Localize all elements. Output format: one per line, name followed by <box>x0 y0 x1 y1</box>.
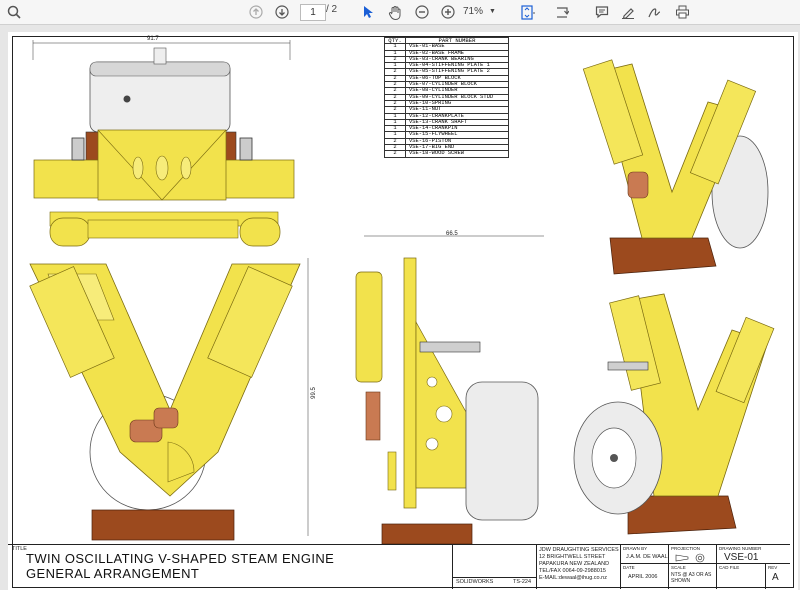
chevron-down-icon: ▼ <box>489 8 496 15</box>
zoom-select[interactable]: 71% ▼ <box>463 4 503 19</box>
dim-front-height: 99.5 <box>310 387 317 399</box>
ts-code: TS-224 <box>513 579 532 585</box>
date-label: DATE <box>623 565 635 570</box>
table-row: 2 VSE-18-WOOD SCREW <box>384 150 509 158</box>
projection-symbol-icon <box>675 553 705 563</box>
scale-value: NTS @ A3 OR AS SHOWN <box>671 572 712 584</box>
zoom-in-icon[interactable] <box>438 2 458 22</box>
rotate-icon[interactable] <box>552 2 572 22</box>
iso-view-upper <box>582 59 769 275</box>
drawn-by-value: J.A.M. DE WAAL <box>626 554 668 560</box>
iso-view-lower <box>573 293 775 535</box>
viewer-toolbar: 1 / 2 71% ▼ <box>0 0 800 25</box>
company-line5: E-MAIL:dewaal@ihug.co.nz <box>539 575 607 581</box>
sign-icon[interactable] <box>644 2 664 22</box>
part-number: VSE-18-WOOD SCREW <box>405 150 509 158</box>
search-icon[interactable] <box>4 2 24 22</box>
page-total: / 2 <box>326 4 338 15</box>
draw-pen-icon[interactable] <box>618 2 638 22</box>
title-block: TITLE TWIN OSCILLATING V-SHAPED STEAM EN… <box>8 544 790 589</box>
drawing-sheet: 91.7 99.5 66.5 QTY. PART NUMBER 1 VSE-01… <box>8 32 798 590</box>
hand-pan-icon[interactable] <box>386 2 404 22</box>
projection-label: PROJECTION <box>671 546 701 551</box>
page-down-icon[interactable] <box>272 2 292 22</box>
page-number-input[interactable]: 1 <box>300 4 326 21</box>
print-icon[interactable] <box>672 2 692 22</box>
title-label: TITLE <box>12 546 27 552</box>
drawing-number-label: DRAWING NUMBER <box>719 546 762 551</box>
side-view <box>355 235 544 544</box>
page-current: 1 <box>310 7 316 18</box>
part-qty: 2 <box>384 150 406 158</box>
sheet-code: SOLIDWORKS <box>456 579 494 585</box>
rev-value: A <box>772 572 779 583</box>
fit-page-icon[interactable] <box>516 2 540 22</box>
top-view <box>32 40 295 247</box>
parts-list-table: QTY. PART NUMBER 1 VSE-01-BASE 1 VSE-02-BAS… <box>384 36 509 158</box>
drawing-title-line2: GENERAL ARRANGEMENT <box>26 566 200 581</box>
page-up-icon[interactable] <box>246 2 266 22</box>
date-value: APRIL 2006 <box>628 574 658 580</box>
dim-side-width: 66.5 <box>446 231 458 237</box>
drawn-by-label: DRAWN BY <box>623 546 648 551</box>
rev-label: REV <box>768 565 778 570</box>
company-line3: PAPAKURA NEW ZEALAND <box>539 561 610 567</box>
company-line2: 12 BRIGHTWELL STREET <box>539 554 606 560</box>
company-line4: TEL/FAX 0064-09-2988015 <box>539 568 606 574</box>
drawing-title-line1: TWIN OSCILLATING V-SHAPED STEAM ENGINE <box>26 551 335 566</box>
drawing-number-value: VSE-01 <box>724 552 759 563</box>
zoom-out-icon[interactable] <box>412 2 432 22</box>
zoom-value: 71% <box>463 6 484 17</box>
dim-top-width: 91.7 <box>147 36 159 42</box>
scale-label: SCALE <box>671 565 686 570</box>
front-view <box>29 258 309 541</box>
company-line1: JDW DRAUGHTING SERVICES <box>539 547 619 553</box>
comment-icon[interactable] <box>592 2 612 22</box>
select-cursor-icon[interactable] <box>360 2 376 22</box>
cad-file-label: CAD FILE <box>719 565 740 570</box>
